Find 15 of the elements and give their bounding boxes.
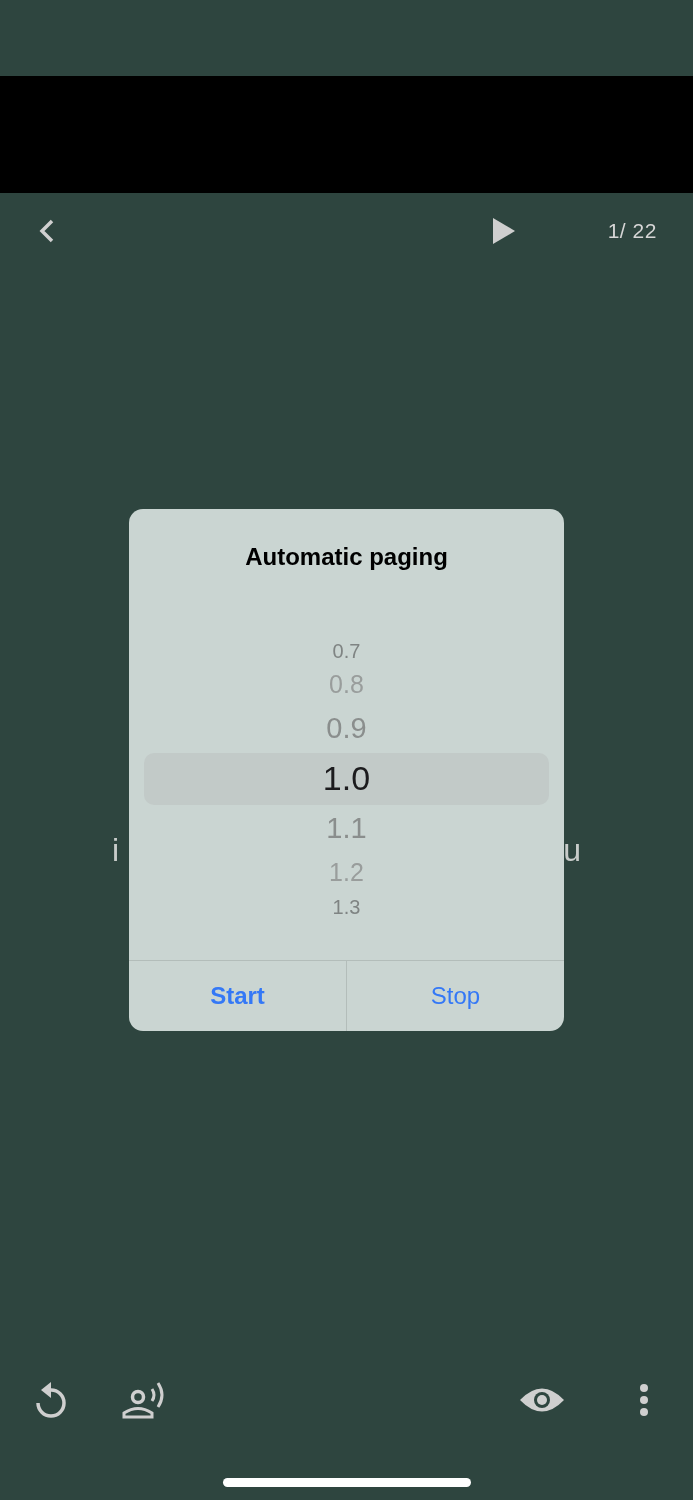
picker-item[interactable]: 1.1: [326, 804, 367, 853]
picker-item[interactable]: 1.0: [144, 752, 549, 805]
background-text: i: [112, 830, 120, 870]
picker-item[interactable]: 0.9: [326, 704, 367, 753]
play-icon[interactable]: [491, 217, 516, 245]
picker-item[interactable]: 0.7: [332, 636, 361, 665]
background-text: u: [563, 830, 581, 870]
more-icon[interactable]: [639, 1383, 649, 1417]
stop-button[interactable]: Stop: [346, 961, 564, 1031]
page-counter: 1/ 22: [607, 218, 657, 245]
picker-item[interactable]: 0.8: [329, 664, 364, 705]
picker-item[interactable]: 1.2: [329, 852, 364, 893]
picker-item[interactable]: 1.3: [332, 892, 361, 921]
start-button[interactable]: Start: [129, 961, 346, 1031]
dialog-title: Automatic paging: [245, 542, 448, 572]
